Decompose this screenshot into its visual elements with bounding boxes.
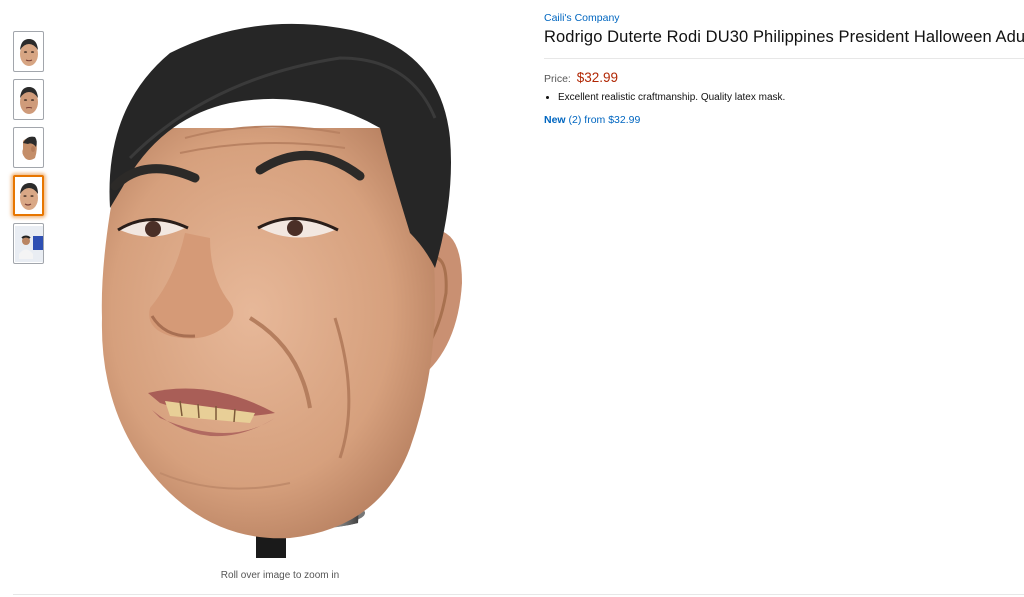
offer-from[interactable]: from $32.99 [584,114,640,126]
thumbnail-mask-side[interactable] [13,127,44,168]
feature-bullet: Excellent realistic craftmanship. Qualit… [558,92,1024,103]
title-divider [544,58,1024,59]
zoom-hint: Roll over image to zoom in [220,570,340,581]
offers-link[interactable]: New (2) from $32.99 [544,114,1024,126]
feature-bullets: Excellent realistic craftmanship. Qualit… [544,92,1024,103]
thumbnail-strip [13,31,45,271]
thumbnail-mask-angle[interactable] [13,175,44,216]
product-title: Rodrigo Duterte Rodi DU30 Philippines Pr… [544,28,1024,46]
price-row: Price: $32.99 [544,70,1024,85]
product-page: Roll over image to zoom in Caili's Compa… [0,0,1024,597]
price-label: Price: [544,73,571,85]
thumbnail-mask-front-alt[interactable] [13,79,44,120]
brand-link[interactable]: Caili's Company [544,12,1024,24]
thumbnail-mask-front[interactable] [13,31,44,72]
main-product-image[interactable] [90,18,470,563]
price-value: $32.99 [576,70,619,85]
product-details: Caili's Company Rodrigo Duterte Rodi DU3… [544,12,1024,126]
offer-count[interactable]: (2) [569,114,582,126]
thumbnail-person-photo[interactable] [13,223,44,264]
bottom-divider [13,594,1024,595]
offer-condition[interactable]: New [544,114,566,126]
